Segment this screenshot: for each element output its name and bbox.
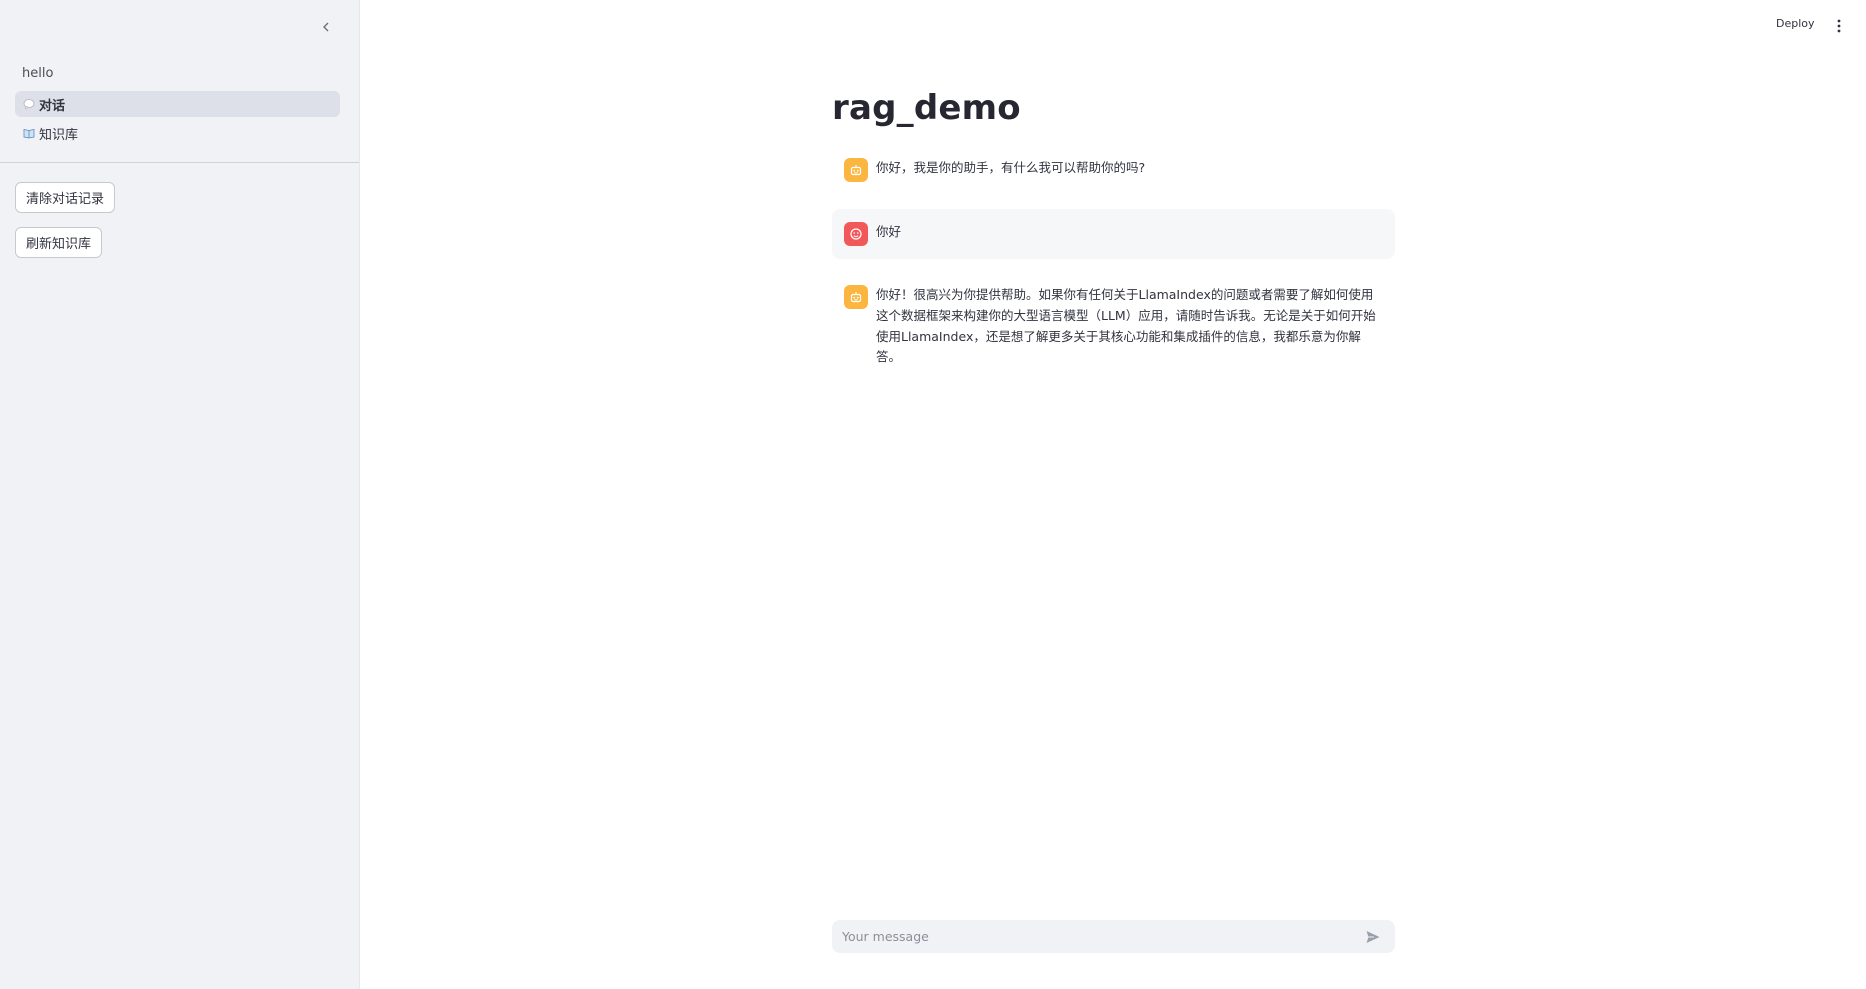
chevron-left-icon [323, 22, 329, 32]
send-button[interactable] [1363, 927, 1383, 947]
message-text: 你好 [876, 224, 902, 239]
chat-message-assistant: 你好，我是你的助手，有什么我可以帮助你的吗? [832, 158, 1395, 182]
refresh-knowledge-base-button[interactable]: 刷新知识库 [15, 227, 103, 258]
book-icon [23, 127, 35, 139]
sidebar-app-label: hello [22, 66, 54, 81]
user-face-icon [850, 228, 862, 240]
deploy-button[interactable]: Deploy [1776, 17, 1815, 30]
chat-input-container [832, 920, 1395, 953]
bot-icon [850, 292, 862, 303]
clear-history-button[interactable]: 清除对话记录 [15, 182, 116, 213]
bot-icon [850, 165, 862, 176]
chat-message-user: 你好 [832, 209, 1395, 259]
user-avatar [844, 222, 868, 246]
kebab-menu-icon [1837, 19, 1841, 33]
main-menu-button[interactable] [1832, 17, 1846, 35]
sidebar-item-label: 知识库 [39, 127, 79, 143]
message-text: 你好，我是你的助手，有什么我可以帮助你的吗? [876, 160, 1146, 175]
speech-bubble-icon [23, 98, 35, 110]
page-title: rag_demo [832, 88, 1021, 128]
sidebar: hello 对话 知识库 清除对话记录 刷新知识库 [0, 0, 360, 989]
chat-message-assistant: 你好！很高兴为你提供帮助。如果你有任何关于LlamaIndex的问题或者需要了解… [832, 285, 1395, 368]
sidebar-item-knowledge-base[interactable]: 知识库 [15, 120, 340, 146]
bot-avatar [844, 158, 868, 182]
chat-message-input[interactable] [840, 928, 1363, 945]
sidebar-item-chat[interactable]: 对话 [15, 91, 340, 117]
bot-avatar [844, 285, 868, 309]
message-text: 你好！很高兴为你提供帮助。如果你有任何关于LlamaIndex的问题或者需要了解… [876, 287, 1376, 365]
collapse-sidebar-button[interactable] [315, 16, 337, 38]
sidebar-divider [0, 162, 359, 163]
sidebar-item-label: 对话 [39, 98, 66, 114]
send-icon [1366, 930, 1380, 943]
